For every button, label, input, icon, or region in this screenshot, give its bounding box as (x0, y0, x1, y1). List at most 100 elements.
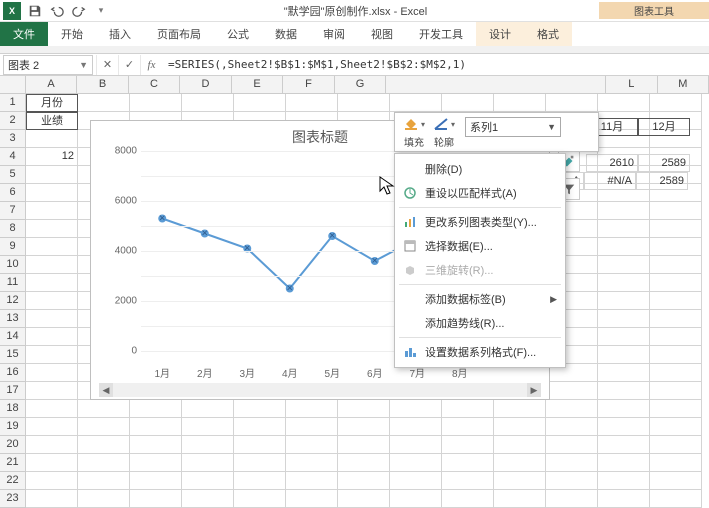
qat-customize[interactable]: ▾ (90, 1, 112, 21)
row-4[interactable]: 4 (0, 148, 26, 166)
tab-insert[interactable]: 插入 (96, 22, 144, 46)
cell[interactable] (130, 436, 182, 454)
cell[interactable] (26, 274, 78, 292)
row-15[interactable]: 15 (0, 346, 26, 364)
series-selector[interactable]: 系列1 ▼ (465, 117, 561, 137)
menu-format-series[interactable]: 设置数据系列格式(F)... (395, 340, 565, 364)
tab-home[interactable]: 开始 (48, 22, 96, 46)
redo-button[interactable] (68, 1, 90, 21)
cell[interactable] (650, 346, 702, 364)
cell[interactable] (442, 454, 494, 472)
cell[interactable] (546, 454, 598, 472)
cell[interactable] (338, 472, 390, 490)
tab-view[interactable]: 视图 (358, 22, 406, 46)
row-2[interactable]: 2 (0, 112, 26, 130)
cell[interactable] (442, 436, 494, 454)
cell[interactable] (442, 490, 494, 508)
row-14[interactable]: 14 (0, 328, 26, 346)
cell[interactable] (26, 166, 78, 184)
tab-developer[interactable]: 开发工具 (406, 22, 476, 46)
cell-L3[interactable]: #N/A (584, 172, 636, 190)
cell[interactable] (442, 94, 494, 112)
cell[interactable] (26, 328, 78, 346)
cell[interactable] (390, 400, 442, 418)
scroll-right-icon[interactable]: ▶ (527, 383, 541, 397)
cell-M1[interactable]: 12月 (638, 118, 690, 136)
cell[interactable] (598, 364, 650, 382)
cell[interactable] (650, 418, 702, 436)
cell[interactable] (598, 454, 650, 472)
menu-reset-style[interactable]: 重设以匹配样式(A) (395, 181, 565, 205)
cell[interactable] (182, 490, 234, 508)
cell[interactable] (494, 490, 546, 508)
cell[interactable] (78, 94, 130, 112)
cell[interactable] (26, 202, 78, 220)
cell[interactable] (234, 418, 286, 436)
cell[interactable] (546, 490, 598, 508)
cell[interactable] (390, 454, 442, 472)
cell[interactable] (650, 454, 702, 472)
cell[interactable] (598, 346, 650, 364)
cell[interactable] (598, 292, 650, 310)
col-M[interactable]: M (658, 76, 709, 94)
row-22[interactable]: 22 (0, 472, 26, 490)
tab-design[interactable]: 设计 (476, 22, 524, 46)
cell[interactable] (182, 400, 234, 418)
tab-file[interactable]: 文件 (0, 22, 48, 46)
cell[interactable] (494, 472, 546, 490)
cell[interactable] (130, 418, 182, 436)
cell[interactable] (650, 382, 702, 400)
cell[interactable] (26, 490, 78, 508)
cell[interactable] (78, 436, 130, 454)
cell[interactable] (494, 454, 546, 472)
cell[interactable]: 12 (26, 148, 78, 166)
cell[interactable] (650, 292, 702, 310)
cell-L2[interactable]: 2610 (586, 154, 638, 172)
cell[interactable] (598, 436, 650, 454)
row-5[interactable]: 5 (0, 166, 26, 184)
cell[interactable] (650, 436, 702, 454)
cell[interactable] (650, 256, 702, 274)
cell[interactable] (494, 418, 546, 436)
cell[interactable] (338, 94, 390, 112)
row-3[interactable]: 3 (0, 130, 26, 148)
fill-button[interactable]: ▾ 填充 (403, 115, 425, 149)
cell[interactable] (26, 184, 78, 202)
col-C[interactable]: C (129, 76, 181, 94)
cell[interactable] (130, 94, 182, 112)
cell[interactable] (494, 436, 546, 454)
cell[interactable] (598, 256, 650, 274)
cell[interactable] (650, 202, 702, 220)
row-6[interactable]: 6 (0, 184, 26, 202)
cell[interactable] (390, 94, 442, 112)
cell[interactable] (650, 328, 702, 346)
cell[interactable] (26, 472, 78, 490)
cell[interactable] (26, 418, 78, 436)
cell[interactable] (546, 400, 598, 418)
cell[interactable] (598, 418, 650, 436)
chart-scrollbar[interactable]: ◀ ▶ (99, 383, 541, 397)
cell[interactable] (286, 418, 338, 436)
row-10[interactable]: 10 (0, 256, 26, 274)
cell[interactable] (234, 490, 286, 508)
cell[interactable] (130, 400, 182, 418)
cell[interactable] (390, 418, 442, 436)
cell[interactable] (286, 454, 338, 472)
row-1[interactable]: 1 (0, 94, 26, 112)
cell[interactable] (286, 400, 338, 418)
cell[interactable] (234, 400, 286, 418)
cell[interactable] (338, 400, 390, 418)
row-8[interactable]: 8 (0, 220, 26, 238)
cell[interactable] (26, 238, 78, 256)
cell[interactable] (182, 472, 234, 490)
cell[interactable] (546, 382, 598, 400)
cell[interactable] (26, 346, 78, 364)
tab-formulas[interactable]: 公式 (214, 22, 262, 46)
col-F[interactable]: F (283, 76, 335, 94)
save-button[interactable] (24, 1, 46, 21)
cell[interactable] (78, 454, 130, 472)
cell[interactable] (390, 472, 442, 490)
col-A[interactable]: A (26, 76, 78, 94)
cell[interactable] (286, 436, 338, 454)
menu-select-data[interactable]: 选择数据(E)... (395, 234, 565, 258)
